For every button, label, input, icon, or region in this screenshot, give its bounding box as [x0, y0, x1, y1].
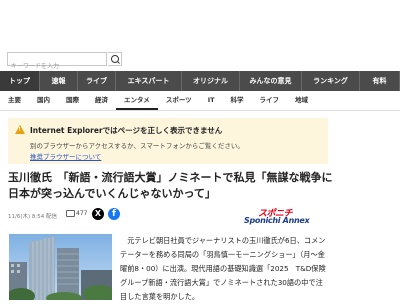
- category-tab-it[interactable]: IT: [200, 91, 223, 110]
- article-timestamp: 11/6(木) 8:54 配信: [8, 214, 57, 220]
- browser-warning-notice: Internet Explorerではページを正しく表示できません 別のブラウザ…: [8, 118, 328, 164]
- top-nav: トップ 速報 ライブ エキスパート オリジナル みんなの意見 ランキング 有料: [0, 71, 400, 91]
- notice-message: 別のブラウザーからアクセスするか、スマートフォンからご覧ください。: [30, 142, 244, 150]
- article-photo[interactable]: [9, 234, 112, 300]
- category-tab-domestic[interactable]: 国内: [29, 91, 58, 110]
- topnav-item-breaking[interactable]: 速報: [40, 71, 78, 91]
- header: [0, 0, 400, 73]
- source-logo-bottom: Sponichi Annex: [244, 216, 310, 225]
- x-share-icon[interactable]: X: [92, 208, 104, 220]
- warning-icon: [15, 125, 25, 134]
- category-tab-life[interactable]: ライフ: [252, 91, 288, 110]
- comment-count: 477: [76, 210, 88, 217]
- topnav-item-ranking[interactable]: ランキング: [302, 71, 360, 91]
- source-logo[interactable]: スポニチ Sponichi Annex: [244, 206, 330, 226]
- topnav-item-opinions[interactable]: みんなの意見: [240, 71, 302, 91]
- category-nav: 主要 国内 国際 経済 エンタメ スポーツ IT 科学 ライフ 地域: [0, 91, 400, 111]
- category-tab-world[interactable]: 国際: [58, 91, 87, 110]
- comment-count-link[interactable]: 477: [66, 210, 87, 217]
- category-tab-science[interactable]: 科学: [223, 91, 252, 110]
- topnav-item-expert[interactable]: エキスパート: [116, 71, 182, 91]
- notice-title: Internet Explorerではページを正しく表示できません: [30, 126, 223, 135]
- building-photo: [9, 236, 112, 300]
- topnav-item-paid[interactable]: 有料: [360, 71, 400, 91]
- recommended-browsers-link[interactable]: 推奨ブラウザーについて: [30, 151, 101, 161]
- topnav-item-original[interactable]: オリジナル: [182, 71, 240, 91]
- search-button[interactable]: [108, 52, 122, 66]
- facebook-share-icon[interactable]: f: [108, 208, 120, 220]
- search-box[interactable]: [7, 52, 107, 73]
- topnav-item-top[interactable]: トップ: [0, 71, 40, 91]
- article-headline: 玉川徹氏 「新語・流行語大賞」ノミネートで私見「無謀な戦争に日本が突っ込んでいく…: [8, 171, 333, 200]
- category-tab-local[interactable]: 地域: [287, 91, 316, 110]
- topnav-item-live[interactable]: ライブ: [78, 71, 116, 91]
- article-body: 元テレビ朝日社員でジャーナリストの玉川徹氏が6日、コメンテーターを務める同局の「…: [120, 236, 326, 301]
- comment-icon: [66, 210, 75, 217]
- category-tab-main[interactable]: 主要: [0, 91, 29, 110]
- category-tab-entertainment[interactable]: エンタメ: [116, 91, 158, 110]
- category-tab-sports[interactable]: スポーツ: [158, 91, 200, 110]
- category-tab-economy[interactable]: 経済: [87, 91, 116, 110]
